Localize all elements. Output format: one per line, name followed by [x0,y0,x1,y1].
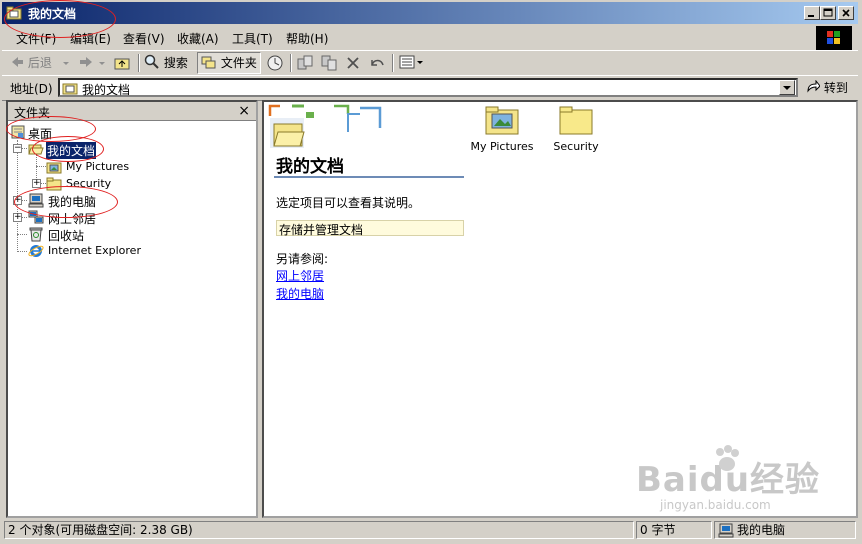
my-documents-icon [62,83,78,95]
back-dropdown-icon[interactable] [62,56,70,76]
collapse-toggle[interactable]: − [13,144,22,153]
address-bar: 地址(D) 我的文档 转到 [2,75,858,101]
baidu-watermark: Baidu经验 jingyan.baidu.com [636,445,820,512]
chevron-down-icon [783,86,791,90]
toolbar-separator [290,54,292,72]
toolbar-separator [138,54,140,72]
minimize-button[interactable] [804,6,820,20]
menu-favorites[interactable]: 收藏(A) [177,30,219,47]
go-button[interactable]: 转到 [806,79,848,96]
go-arrow-icon [807,79,821,93]
undo-icon[interactable] [368,55,386,75]
back-label: 后退 [27,56,52,70]
menu-tools[interactable]: 工具(T) [232,30,273,47]
link-network[interactable]: 网上邻居 [276,267,324,284]
minimize-icon [808,15,814,17]
back-arrow-icon [12,57,23,67]
watermark-sub: jingyan.baidu.com [660,498,771,512]
views-button[interactable] [398,53,424,73]
recycle-bin-icon [29,227,43,242]
standard-toolbar: 后退 搜索 文件夹 [2,50,858,76]
file-item-my-pictures[interactable]: My Pictures [462,104,542,162]
address-label: 地址(D) [10,82,53,96]
ie-icon [28,245,44,257]
expand-toggle[interactable]: + [32,179,41,188]
folders-icon [201,56,216,69]
forward-arrow-icon[interactable] [78,55,94,75]
address-input[interactable]: 我的文档 [58,78,798,97]
toolbar-separator [392,54,394,72]
status-bar: 2 个对象(可用磁盘空间: 2.38 GB) 0 字节 我的电脑 [2,520,858,540]
close-button[interactable] [838,6,854,20]
annotation-ellipse-title [4,0,116,38]
search-button[interactable]: 搜索 [144,53,188,73]
forward-dropdown-icon[interactable] [98,56,106,76]
tree-line [36,166,46,167]
menu-view[interactable]: 查看(V) [123,30,165,47]
tree-label: 回收站 [48,229,85,243]
file-item-label: My Pictures [470,140,534,153]
folder-icon [559,106,593,135]
history-icon[interactable] [266,54,284,74]
folder-description: 存储并管理文档 [276,220,464,237]
menu-bar: 文件(F) 编辑(E) 查看(V) 收藏(A) 工具(T) 帮助(H) [2,26,858,50]
views-icon [399,55,423,69]
heading-underline [274,176,464,178]
address-dropdown-button[interactable] [779,80,795,95]
up-folder-icon[interactable] [114,55,130,75]
annotation-ellipse-my-computer [14,186,118,218]
folders-button[interactable]: 文件夹 [197,52,261,74]
paw-logo-icon [716,445,739,471]
status-size: 0 字节 [636,521,712,539]
folders-label: 文件夹 [220,56,257,70]
windows-logo [816,26,852,50]
expand-toggle[interactable]: + [13,213,22,222]
pictures-folder-icon [485,106,519,135]
see-also-label: 另请参阅: [276,252,329,266]
search-icon [144,54,159,69]
status-location-label: 我的电脑 [737,523,786,537]
selection-hint: 选定项目可以查看其说明。 [276,196,421,210]
file-item-label: Security [553,140,599,153]
title-bar[interactable]: 我的文档 [2,2,858,24]
file-item-security[interactable]: Security [536,104,616,162]
back-button[interactable]: 后退 [10,53,52,73]
menu-help[interactable]: 帮助(H) [286,30,328,47]
tree-line [17,251,27,252]
go-label: 转到 [823,81,848,95]
folder-banner-graphic [268,104,382,148]
delete-icon[interactable] [345,55,361,75]
status-location: 我的电脑 [714,521,856,539]
maximize-icon [823,8,833,17]
computer-icon [718,523,734,538]
pane-close-button[interactable]: × [238,103,250,119]
move-to-icon[interactable] [296,54,314,74]
copy-to-icon[interactable] [320,54,338,74]
windows-flag-icon [827,31,840,44]
tree-label: Internet Explorer [48,244,141,257]
tree-label: My Pictures [66,160,130,173]
search-label: 搜索 [163,56,188,70]
status-objects: 2 个对象(可用磁盘空间: 2.38 GB) [4,521,634,539]
folder-heading: 我的文档 [276,157,344,177]
link-my-computer[interactable]: 我的电脑 [276,285,324,302]
close-icon [842,9,850,17]
address-value: 我的文档 [82,83,131,97]
maximize-button[interactable] [820,6,836,20]
tree-line [17,234,27,235]
folders-pane: 文件夹 × 桌面 − 我的文档 My Pictures + Security +… [6,100,258,518]
annotation-ellipse-my-documents [32,136,104,162]
